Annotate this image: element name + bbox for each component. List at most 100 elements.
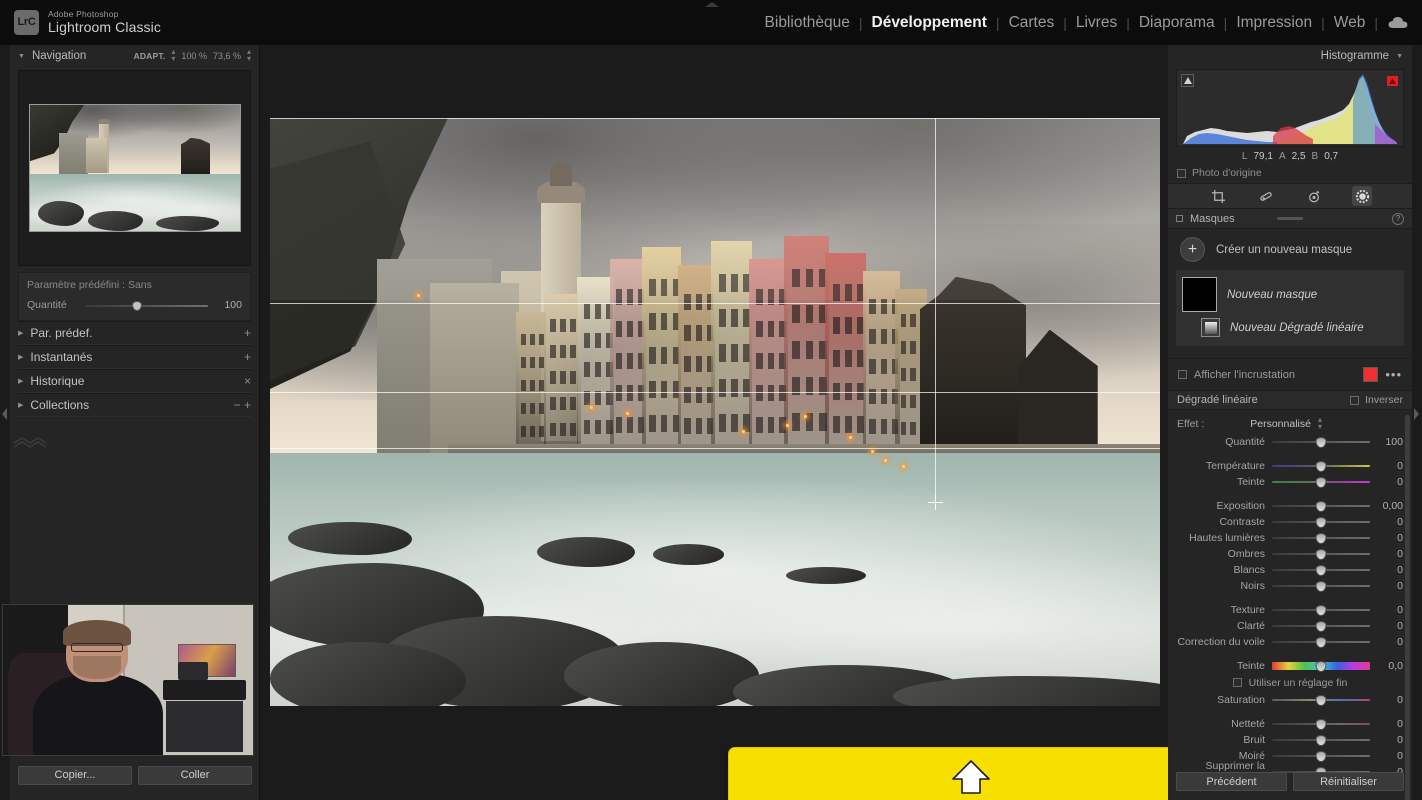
previous-button[interactable]: Précédent [1176,772,1287,791]
slider-track[interactable] [1272,750,1370,762]
slider-track[interactable] [1272,532,1370,544]
module-biblioth-que[interactable]: Bibliothèque [756,14,859,32]
slider-track[interactable] [1272,516,1370,528]
left-section-control[interactable]: × [244,374,251,388]
slider-knob[interactable] [1315,604,1327,616]
navigator-thumbnail[interactable] [28,104,241,232]
slider-clart-[interactable]: Clarté 0 [1168,618,1412,634]
slider-track[interactable] [1272,580,1370,592]
gradient-axis-line[interactable] [935,118,936,508]
slider-correction-du-voile[interactable]: Correction du voile 0 [1168,634,1412,650]
module-d-veloppement[interactable]: Développement [863,14,996,32]
slider-teinte[interactable]: Teinte 0,0 [1168,658,1412,674]
gradient-guide-extra[interactable] [270,448,1160,449]
help-icon[interactable]: ? [1392,212,1404,225]
chevron-down-icon[interactable]: ▼ [1396,53,1403,60]
slider-knob[interactable] [1315,660,1327,672]
plus-icon[interactable]: + [1180,237,1205,262]
effect-stepper-icon[interactable]: ▴ ▾ [1318,416,1322,431]
slider-track[interactable] [1272,436,1370,448]
slider-knob[interactable] [1315,580,1327,592]
slider-track[interactable] [1272,718,1370,730]
slider-knob[interactable] [1315,620,1327,632]
fine-adjust-toggle[interactable]: Utiliser un réglage fin [1168,674,1412,692]
overlay-options-icon[interactable]: ••• [1385,367,1402,382]
panel-grip-icon[interactable] [1277,217,1303,220]
slider-track[interactable] [1272,564,1370,576]
create-new-mask-button[interactable]: + Créer un nouveau masque [1168,229,1412,270]
histogram-header[interactable]: Histogramme ▼ [1168,45,1412,67]
slider-texture[interactable]: Texture 0 [1168,602,1412,618]
slider-knob[interactable] [1315,500,1327,512]
effect-selector[interactable]: Effet : Personnalisé ▴ ▾ [1168,410,1412,434]
zoom-stepper-icon[interactable]: ▴ ▾ [247,48,251,63]
slider-track[interactable] [1272,548,1370,560]
checkbox-icon[interactable] [1177,168,1186,178]
zoom-100-option[interactable]: 100 % [181,51,207,61]
zoom-custom-option[interactable]: 73,6 % [213,51,241,61]
slider-nettet-[interactable]: Netteté 0 [1168,716,1412,732]
slider-contraste[interactable]: Contraste 0 [1168,514,1412,530]
left-section-control[interactable]: + [244,326,251,340]
slider-track[interactable] [1272,660,1370,672]
gradient-guide-bottom[interactable] [270,392,1160,393]
paste-button[interactable]: Coller [138,765,252,785]
slider-temp-rature[interactable]: Température 0 [1168,458,1412,474]
highlight-clipping-indicator[interactable] [1386,74,1399,87]
checkbox-icon[interactable] [1178,370,1187,379]
slider-knob[interactable] [1315,436,1327,448]
slider-knob[interactable] [1315,734,1327,746]
show-overlay-toggle[interactable]: Afficher l'incrustation ••• [1168,358,1412,390]
slider-knob[interactable] [1315,532,1327,544]
checkbox-icon[interactable] [1232,678,1242,688]
reset-button[interactable]: Réinitialiser [1293,772,1404,791]
slider-ombres[interactable]: Ombres 0 [1168,546,1412,562]
left-section-control[interactable]: + [244,350,251,364]
sub-mask-list-item[interactable]: Nouveau Dégradé linéaire [1176,315,1404,340]
masks-header[interactable]: Masques ? [1168,209,1412,229]
shadow-clipping-indicator[interactable] [1181,74,1194,87]
mask-toggle-icon[interactable] [1176,215,1183,222]
red-eye-tool-icon[interactable] [1304,186,1324,206]
slider-knob[interactable] [1315,718,1327,730]
module-livres[interactable]: Livres [1067,14,1126,32]
masking-tool-icon[interactable] [1352,186,1372,206]
slider-hautes-lumi-res[interactable]: Hautes lumières 0 [1168,530,1412,546]
slider-track[interactable] [1272,636,1370,648]
left-panel-toggle[interactable] [2,408,7,420]
left-section-collections[interactable]: ▶ Collections − + [18,393,251,417]
slider-saturation[interactable]: Saturation 0 [1168,692,1412,708]
right-panel-toggle[interactable] [1414,408,1419,420]
crop-tool-icon[interactable] [1208,186,1228,206]
overlay-color-swatch[interactable] [1363,367,1379,382]
slider-track[interactable] [1272,500,1370,512]
cloud-icon[interactable] [1388,16,1408,29]
photo-preview[interactable] [270,118,1160,706]
preset-amount-slider[interactable] [85,300,208,311]
top-panel-toggle[interactable] [705,2,719,7]
left-section-historique[interactable]: ▶ Historique × [18,369,251,393]
fit-stepper-icon[interactable]: ▴ ▾ [171,48,175,63]
image-canvas[interactable] [260,45,1214,800]
gradient-guide-top[interactable] [270,118,1160,119]
left-section-control[interactable]: − + [234,398,251,412]
left-section-instantan-s[interactable]: ▶ Instantanés + [18,345,251,369]
slider-knob[interactable] [1315,636,1327,648]
slider-track[interactable] [1272,604,1370,616]
slider-quantit-[interactable]: Quantité 100 [1168,434,1412,450]
copy-button[interactable]: Copier... [18,765,132,785]
slider-track[interactable] [1272,476,1370,488]
slider-track[interactable] [1272,734,1370,746]
mask-thumbnail[interactable] [1182,277,1217,312]
module-cartes[interactable]: Cartes [1000,14,1064,32]
slider-noirs[interactable]: Noirs 0 [1168,578,1412,594]
invert-toggle[interactable]: Inverser [1350,394,1403,406]
healing-brush-icon[interactable] [1256,186,1276,206]
right-panel-scrollbar[interactable] [1405,415,1410,800]
slider-teinte[interactable]: Teinte 0 [1168,474,1412,490]
navigator-preview[interactable] [18,70,251,266]
gradient-pin[interactable] [928,495,943,510]
module-impression[interactable]: Impression [1227,14,1321,32]
slider-track[interactable] [1272,460,1370,472]
linear-gradient-icon[interactable] [1201,318,1220,337]
